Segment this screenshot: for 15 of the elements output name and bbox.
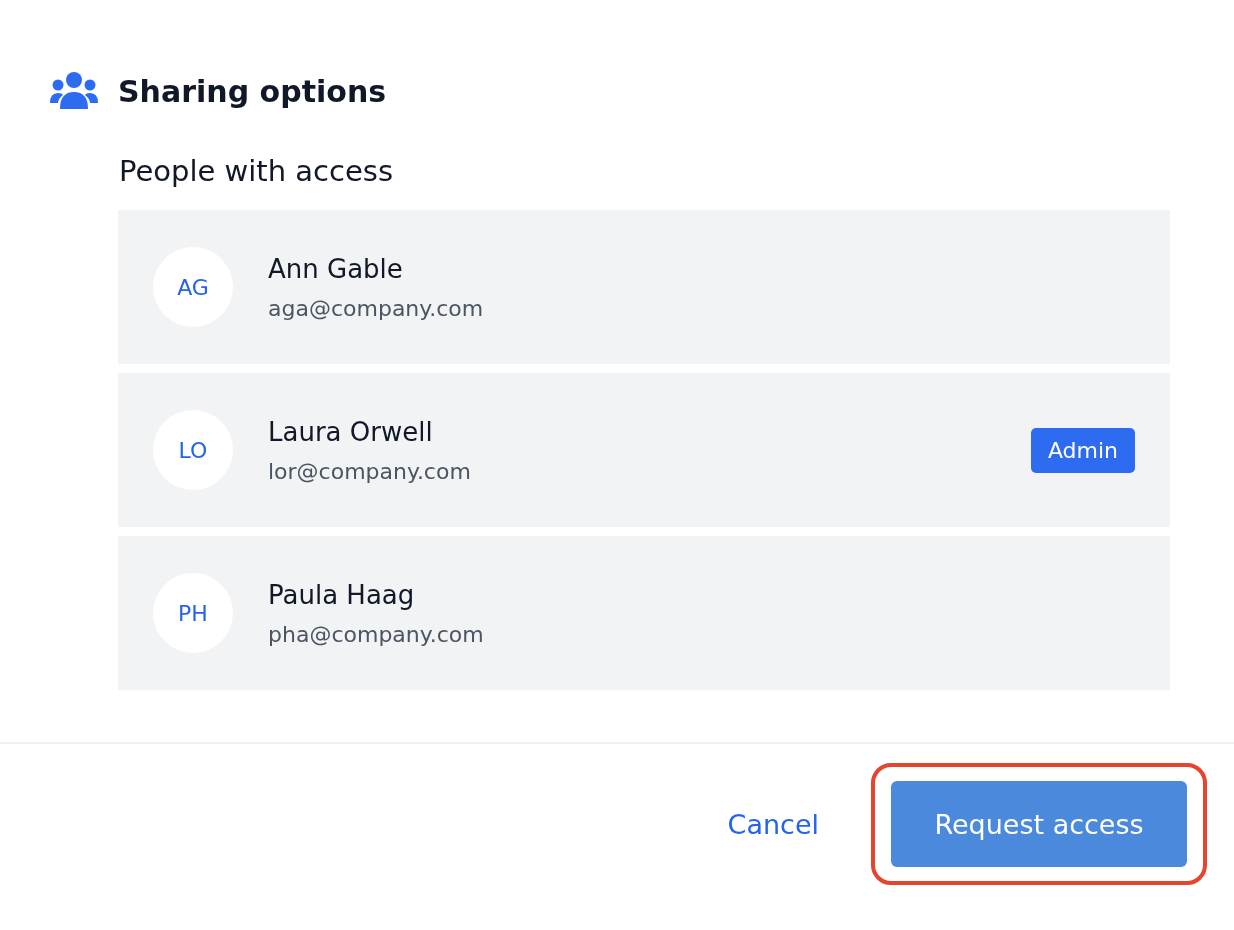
avatar: PH [153,573,233,653]
person-name: Paula Haag [268,579,416,610]
person-email: pha@company.com [268,621,485,647]
cancel-button[interactable]: Cancel [727,808,819,840]
section-title: People with access [119,154,395,188]
person-email: lor@company.com [268,458,472,484]
dialog-title: Sharing options [118,73,387,109]
avatar: LO [153,410,233,490]
person-email: aga@company.com [268,295,485,321]
users-icon [50,71,98,111]
request-access-button[interactable]: Request access [891,781,1187,867]
role-badge: Admin [1030,427,1135,473]
person-name: Laura Orwell [268,416,434,447]
person-name: Ann Gable [268,253,404,284]
avatar: AG [153,247,233,327]
